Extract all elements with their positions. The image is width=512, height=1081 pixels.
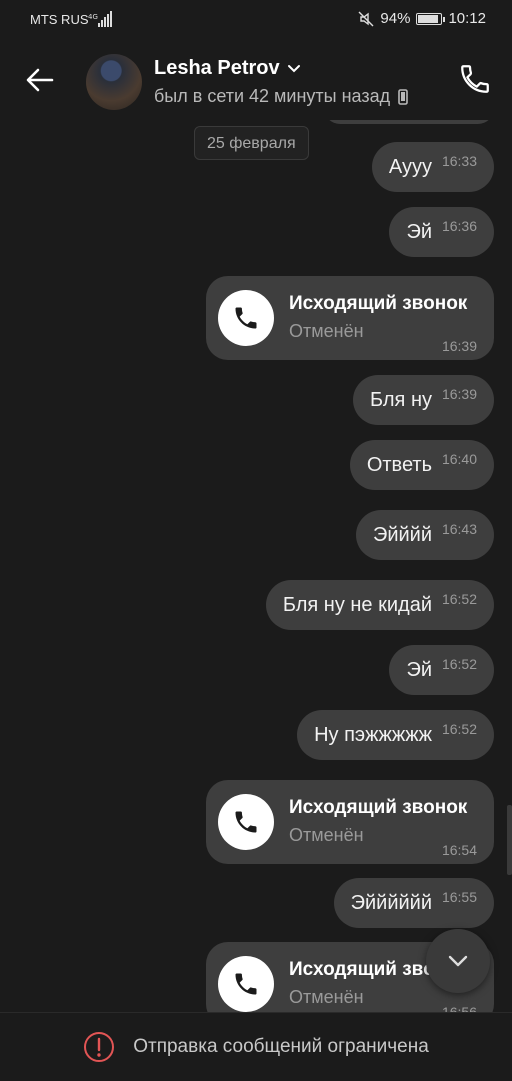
- message-bubble-partial: [324, 120, 494, 124]
- chat-header: Lesha Petrov был в сети 42 минуты назад: [0, 40, 512, 120]
- message-time: 16:43: [441, 521, 477, 537]
- message-text: Эй: [406, 659, 432, 681]
- message-bubble[interactable]: Ответь 16:40: [349, 440, 494, 490]
- message-text: Аууу: [388, 156, 432, 178]
- last-seen-status: был в сети 42 минуты назад: [154, 86, 391, 106]
- call-status: Отменён: [289, 321, 364, 341]
- scroll-down-button[interactable]: [426, 929, 490, 993]
- carrier-label: MTS RUS: [30, 12, 89, 27]
- chevron-down-icon: [448, 955, 468, 967]
- message-time: 16:36: [441, 218, 477, 234]
- battery-percent: 94%: [380, 10, 411, 27]
- mute-icon: [358, 11, 374, 26]
- contact-name: Lesha Petrov: [154, 57, 280, 79]
- message-bubble[interactable]: Бля ну не кидай 16:52: [265, 580, 494, 630]
- signal-icon: 4G: [88, 11, 112, 27]
- svg-text:4G: 4G: [88, 13, 98, 21]
- call-title: Исходящий звонок: [289, 293, 468, 314]
- message-bubble[interactable]: Аууу 16:33: [371, 142, 494, 192]
- call-log-bubble[interactable]: Исходящий звонок Отменён 16:39: [206, 276, 494, 360]
- status-bar: MTS RUS 4G 94% 10:12: [0, 0, 512, 40]
- message-bubble[interactable]: Бля ну 16:39: [352, 375, 494, 425]
- message-bubble[interactable]: Эй 16:52: [389, 645, 494, 695]
- message-time: 16:54: [441, 842, 477, 858]
- call-title: Исходящий звонок: [289, 797, 468, 818]
- message-text: Эйййй: [372, 524, 432, 546]
- clock: 10:12: [448, 10, 486, 27]
- phone-icon: [235, 307, 257, 329]
- restricted-message: Отправка сообщений ограничена: [133, 1036, 429, 1057]
- call-status: Отменён: [289, 825, 364, 845]
- message-bubble[interactable]: Ну пэжжжжж 16:52: [297, 710, 494, 760]
- message-text: Эйййййй: [350, 892, 432, 914]
- message-text: Эй: [406, 221, 432, 243]
- call-icon-circle: [218, 794, 274, 850]
- message-time: 16:40: [441, 451, 477, 467]
- exclamation-circle-icon: [84, 1032, 115, 1062]
- phone-icon: [235, 973, 257, 995]
- contact-name-row[interactable]: Lesha Petrov: [154, 57, 302, 80]
- message-list[interactable]: 25 февраля Аууу 16:33 Эй 16:36 Исходящий зво…: [0, 120, 512, 1012]
- message-bubble[interactable]: Эйййййй 16:55: [333, 878, 494, 928]
- date-separator: 25 февраля: [194, 126, 309, 160]
- input-restricted-bar: Отправка сообщений ограничена: [0, 1012, 512, 1081]
- avatar[interactable]: [86, 54, 142, 110]
- message-time: 16:52: [441, 656, 477, 672]
- message-text: Бля ну: [369, 389, 432, 411]
- message-time: 16:39: [441, 386, 477, 402]
- phone-icon[interactable]: [458, 62, 492, 96]
- message-time: 16:52: [441, 721, 477, 737]
- message-time: 16:39: [441, 338, 477, 354]
- message-time: 16:56: [441, 1004, 477, 1012]
- call-icon-circle: [218, 956, 274, 1012]
- last-seen-row: был в сети 42 минуты назад: [154, 86, 408, 107]
- arrow-left-icon[interactable]: [24, 64, 56, 96]
- message-text: Бля ну не кидай: [282, 594, 432, 616]
- message-time: 16:55: [441, 889, 477, 905]
- call-log-bubble[interactable]: Исходящий звонок Отменён 16:54: [206, 780, 494, 864]
- message-time: 16:33: [441, 153, 477, 169]
- message-text: Ответь: [366, 454, 432, 476]
- battery-icon: [416, 12, 446, 25]
- chevron-down-icon: [287, 64, 300, 72]
- message-text: Ну пэжжжжж: [314, 724, 432, 746]
- scrollbar[interactable]: [507, 805, 512, 875]
- phone-device-icon: [398, 88, 408, 105]
- call-status: Отменён: [289, 987, 364, 1007]
- call-icon-circle: [218, 290, 274, 346]
- message-bubble[interactable]: Эй 16:36: [389, 207, 494, 257]
- message-bubble[interactable]: Эйййй 16:43: [355, 510, 494, 560]
- message-time: 16:52: [441, 591, 477, 607]
- phone-icon: [235, 811, 257, 833]
